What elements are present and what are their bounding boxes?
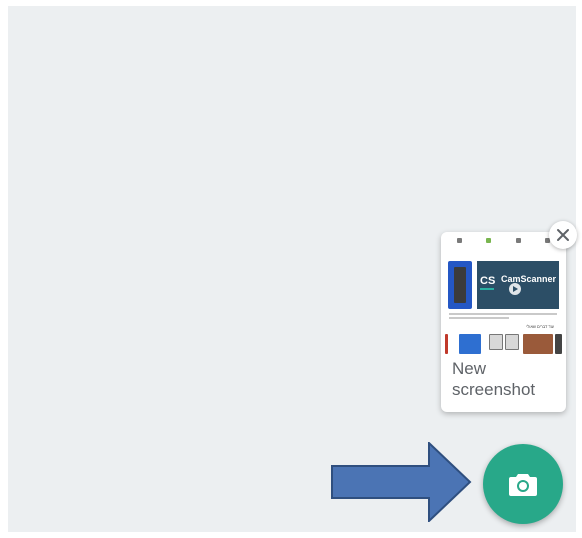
thumbnail-section-heading: עוד דברים שאולי bbox=[526, 324, 554, 329]
thumbnail-app-title: CamScanner bbox=[501, 274, 557, 284]
screenshot-thumbnail[interactable]: CS CamScanner עוד דברים שאולי bbox=[445, 236, 562, 354]
thumbnail-phone-image bbox=[448, 261, 472, 309]
play-icon bbox=[509, 283, 521, 295]
thumbnail-app-banner: CS CamScanner bbox=[477, 261, 559, 309]
camera-icon bbox=[509, 474, 537, 496]
screenshot-preview-card[interactable]: CS CamScanner עוד דברים שאולי New screen… bbox=[441, 232, 566, 412]
new-screenshot-label: New screenshot bbox=[452, 359, 536, 399]
close-preview-button[interactable] bbox=[549, 221, 577, 249]
camera-capture-button[interactable] bbox=[483, 444, 563, 524]
thumbnail-app-row bbox=[445, 334, 562, 354]
thumbnail-text-line bbox=[449, 313, 557, 315]
thumbnail-top-tabs bbox=[445, 236, 562, 256]
thumbnail-logo-text: CS bbox=[480, 275, 496, 290]
thumbnail-text-line bbox=[449, 317, 509, 319]
annotation-arrow bbox=[331, 442, 472, 522]
close-icon bbox=[557, 229, 569, 241]
